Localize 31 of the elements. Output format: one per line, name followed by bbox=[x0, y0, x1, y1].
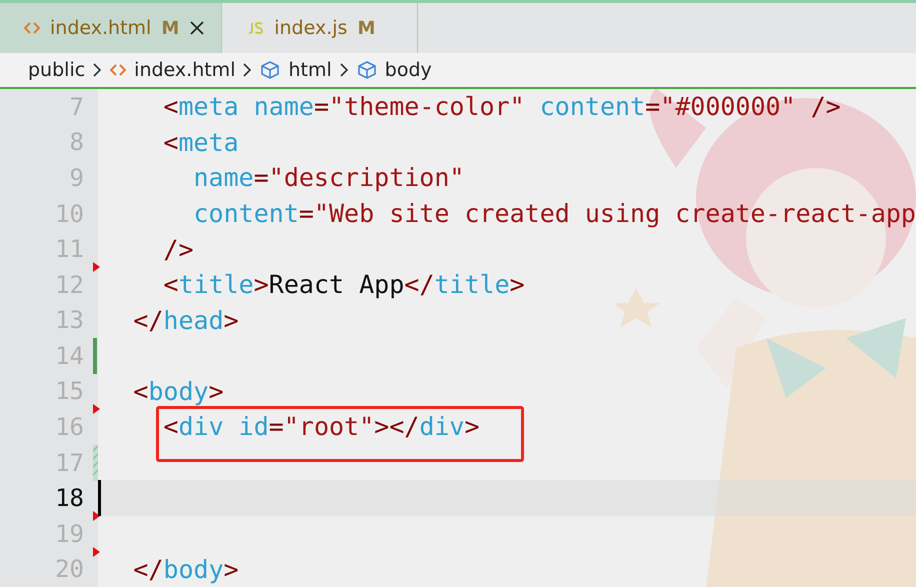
code-file-icon bbox=[110, 63, 126, 77]
chevron-icon bbox=[340, 63, 349, 77]
added-marker-icon bbox=[93, 338, 97, 374]
code-line: <div id="root"></div> bbox=[162, 412, 480, 442]
code-line: content="Web site created using create-react-app bbox=[192, 199, 916, 228]
deleted-marker-icon bbox=[93, 546, 100, 557]
chevron-icon bbox=[243, 63, 252, 77]
breadcrumb-item[interactable]: html bbox=[288, 59, 332, 81]
breadcrumb-item[interactable]: index.html bbox=[134, 59, 236, 81]
breadcrumb-item[interactable]: public bbox=[28, 59, 86, 81]
modified-marker-icon bbox=[93, 444, 98, 481]
code-line: <meta name="theme-color" content="#000000" /> bbox=[162, 92, 841, 122]
code-line: </head> bbox=[132, 306, 239, 335]
deleted-marker-icon bbox=[93, 404, 100, 414]
editor-tab[interactable]: index.html M bbox=[0, 3, 222, 53]
code-line: <title>React App</title> bbox=[162, 270, 525, 300]
chevron-icon bbox=[93, 63, 102, 77]
code-line: <body> bbox=[132, 376, 224, 406]
code-line: <meta bbox=[162, 128, 239, 157]
cube-icon bbox=[356, 60, 377, 80]
close-icon[interactable] bbox=[189, 20, 206, 36]
line-number: 18 bbox=[54, 484, 84, 512]
cube-icon bbox=[260, 60, 280, 80]
js-file-icon bbox=[246, 22, 264, 34]
breadcrumb-item[interactable]: body bbox=[384, 59, 432, 81]
deleted-marker-icon bbox=[93, 262, 100, 272]
code-line: /> bbox=[162, 234, 194, 264]
deleted-marker-icon bbox=[93, 510, 100, 521]
code-line: </body> bbox=[132, 554, 239, 584]
code-file-icon bbox=[24, 21, 40, 35]
code-line: name="description" bbox=[192, 163, 464, 192]
